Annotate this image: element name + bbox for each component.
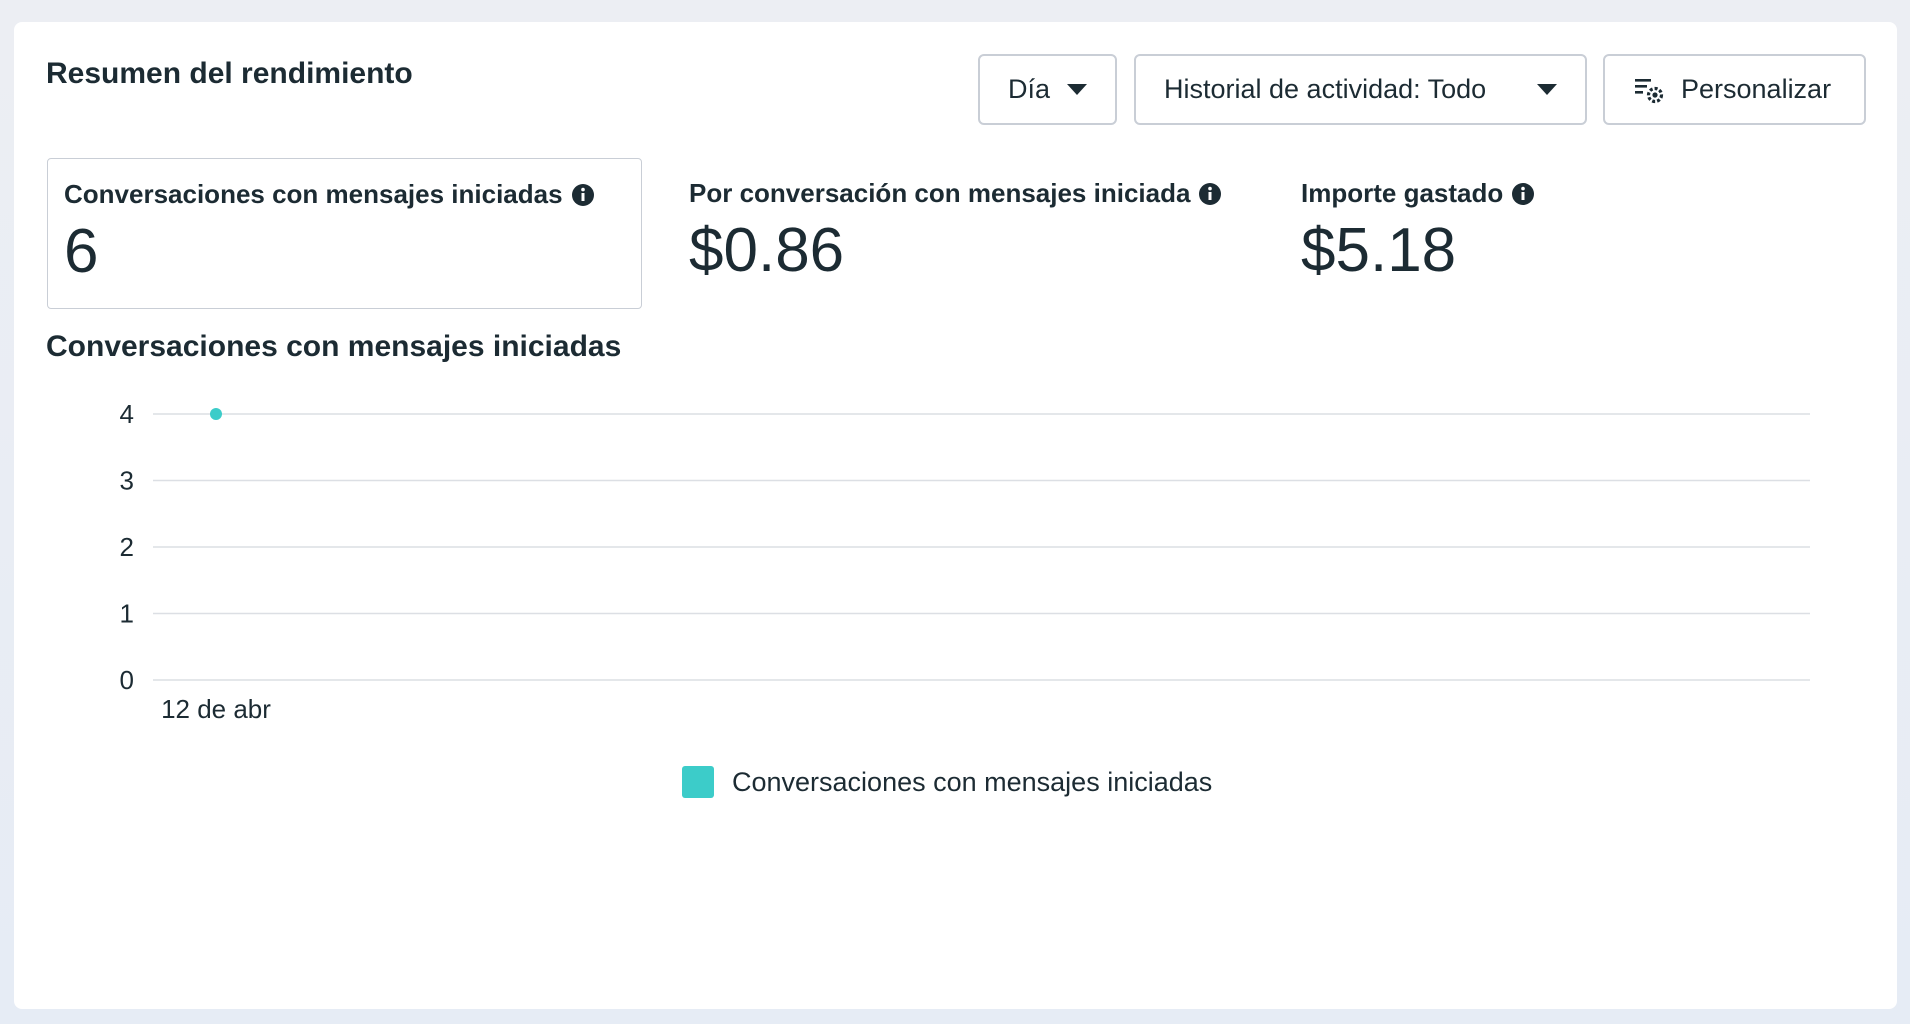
line-chart: 0 1 2 3 4 12 de abr [120,399,1810,724]
y-tick-label: 1 [120,599,134,629]
y-tick-label: 3 [120,466,134,496]
y-tick-label: 2 [120,532,134,562]
data-point[interactable] [210,408,222,420]
legend-label: Conversaciones con mensajes iniciadas [732,766,1213,797]
chart-legend[interactable]: Conversaciones con mensajes iniciadas [682,766,1212,798]
y-tick-label: 4 [120,399,134,429]
performance-summary-card: Resumen del rendimiento Día Historial de… [14,22,1897,1009]
legend-swatch [682,766,714,798]
x-tick-label: 12 de abr [161,694,271,724]
y-tick-label: 0 [120,665,134,695]
